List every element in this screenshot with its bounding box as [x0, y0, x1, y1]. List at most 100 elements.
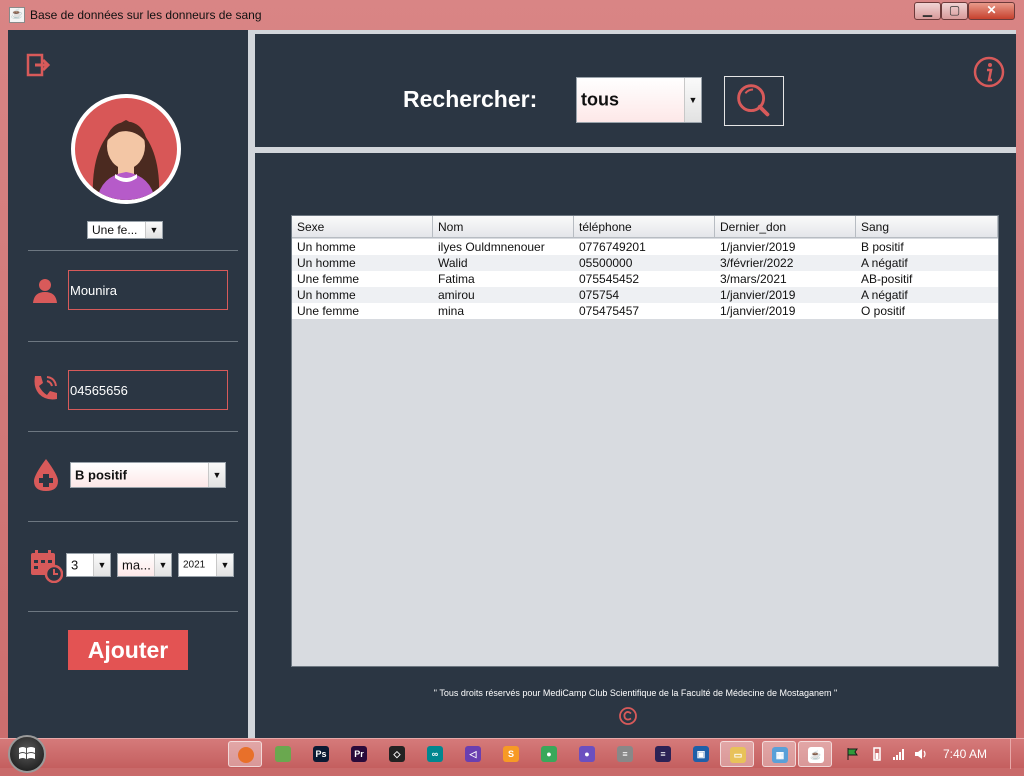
close-button[interactable]: ✕: [968, 2, 1015, 20]
search-icon: [737, 84, 770, 117]
table-cell: 075475457: [579, 304, 640, 318]
battery-icon[interactable]: [870, 747, 884, 761]
show-desktop-button[interactable]: [1010, 739, 1024, 769]
photoshop-icon: Ps: [313, 746, 329, 762]
java-icon: ☕: [808, 747, 824, 763]
unity-icon: ◇: [389, 746, 405, 762]
phone-field[interactable]: 04565656: [68, 370, 228, 410]
search-button[interactable]: [724, 76, 784, 126]
chevron-down-icon[interactable]: ▼: [93, 554, 110, 576]
windows-icon: ▦: [772, 747, 788, 763]
java-icon: ☕: [9, 7, 25, 23]
table-header-cell[interactable]: Nom: [433, 216, 574, 238]
clock[interactable]: 7:40 AM: [943, 747, 987, 761]
month-select[interactable]: ma... ▼: [117, 553, 172, 577]
taskbar-item[interactable]: S: [494, 741, 528, 767]
table-cell: 3/février/2022: [720, 256, 794, 270]
name-field[interactable]: Mounira: [68, 270, 228, 310]
taskbar-item[interactable]: ●: [570, 741, 604, 767]
donors-table[interactable]: Sexe Nom téléphone Dernier_don Sang Un homme…: [291, 215, 999, 667]
table-header-cell[interactable]: Sexe: [292, 216, 433, 238]
taskbar-item[interactable]: Ps: [304, 741, 338, 767]
table-cell: 05500000: [579, 256, 633, 270]
table-cell: mina: [438, 304, 465, 318]
month-value: ma...: [122, 557, 151, 573]
taskbar-item[interactable]: Pr: [342, 741, 376, 767]
volume-icon[interactable]: [914, 747, 928, 761]
logout-icon[interactable]: [26, 52, 52, 78]
taskbar-item[interactable]: ≡: [646, 741, 680, 767]
taskbar-item[interactable]: ≡: [608, 741, 642, 767]
table-cell: ilyes Ouldmnenouer: [438, 240, 545, 254]
maximize-button[interactable]: ▢: [941, 2, 968, 20]
taskbar-item[interactable]: ▣: [684, 741, 718, 767]
add-button[interactable]: Ajouter: [68, 630, 188, 670]
taskbar-item[interactable]: ◇: [380, 741, 414, 767]
signal-icon[interactable]: [892, 747, 906, 761]
info-icon[interactable]: [973, 56, 1005, 88]
table-header-cell[interactable]: Dernier_don: [715, 216, 856, 238]
day-value: 3: [71, 557, 79, 573]
taskbar-item[interactable]: ∞: [418, 741, 452, 767]
minimize-button[interactable]: ▁: [914, 2, 941, 20]
chevron-down-icon[interactable]: ▼: [154, 554, 171, 576]
arduino-icon: ∞: [427, 746, 443, 762]
divider: [28, 611, 238, 612]
taskbar-item[interactable]: ◁: [456, 741, 490, 767]
table-cell: Une femme: [297, 304, 360, 318]
year-select[interactable]: 2021 ▼: [178, 553, 234, 577]
taskbar-item[interactable]: ▦: [762, 741, 796, 767]
results-panel: Sexe Nom téléphone Dernier_don Sang Un homme…: [255, 153, 1016, 738]
user-icon: [33, 279, 57, 303]
security-flag-icon[interactable]: [846, 747, 860, 761]
table-row[interactable]: Un homme amirou 075754 1/janvier/2019 A néga…: [292, 287, 998, 303]
table-cell: A négatif: [861, 256, 908, 270]
table-cell: AB-positif: [861, 272, 913, 286]
gender-select[interactable]: Une fe... ▼: [87, 221, 163, 239]
start-button[interactable]: [8, 735, 46, 773]
table-header-cell[interactable]: Sang: [856, 216, 998, 238]
gender-select-value: Une fe...: [92, 223, 138, 237]
taskbar-item[interactable]: [228, 741, 262, 767]
table-cell: Une femme: [297, 272, 360, 286]
window-title: Base de données sur les donneurs de sang: [30, 8, 262, 22]
taskbar-item[interactable]: ●: [532, 741, 566, 767]
search-label: Rechercher:: [403, 86, 538, 112]
taskbar-item[interactable]: ☕: [798, 741, 832, 767]
blood-type-select[interactable]: B positif ▼: [70, 462, 226, 488]
file-explorer-icon: ▭: [730, 747, 746, 763]
table-row[interactable]: Une femme mina 075475457 1/janvier/2019 O po…: [292, 303, 998, 319]
calendar-clock-icon: [31, 550, 63, 583]
table-row[interactable]: Un homme ilyes Ouldmnenouer 0776749201 1/ja…: [292, 239, 998, 255]
search-panel: Rechercher: tous ▼: [255, 34, 1016, 147]
table-cell: Fatima: [438, 272, 475, 286]
sublime-icon: S: [503, 746, 519, 762]
table-cell: Un homme: [297, 240, 356, 254]
table-row[interactable]: Un homme Walid 05500000 3/février/2022 A nég…: [292, 255, 998, 271]
title-bar[interactable]: ☕ Base de données sur les donneurs de sa…: [0, 0, 1024, 30]
github-icon: ●: [579, 746, 595, 762]
divider: [248, 30, 255, 738]
sidebar-form: Une fe... ▼ Mounira 04565656 B positif ▼: [8, 30, 248, 738]
blood-type-value: B positif: [75, 467, 127, 483]
table-cell: Un homme: [297, 256, 356, 270]
firefox-icon: [238, 747, 254, 763]
search-filter-select[interactable]: tous ▼: [576, 77, 702, 123]
table-cell: Walid: [438, 256, 468, 270]
table-cell: 1/janvier/2019: [720, 240, 796, 254]
table-cell: A négatif: [861, 288, 908, 302]
taskbar-item[interactable]: [266, 741, 300, 767]
chevron-down-icon[interactable]: ▼: [208, 463, 225, 487]
chevron-down-icon[interactable]: ▼: [145, 222, 162, 238]
day-select[interactable]: 3 ▼: [66, 553, 111, 577]
taskbar-item[interactable]: ▭: [720, 741, 754, 767]
chevron-down-icon[interactable]: ▼: [216, 554, 233, 576]
table-header-cell[interactable]: téléphone: [574, 216, 715, 238]
table-row[interactable]: Une femme Fatima 075545452 3/mars/2021 AB-po…: [292, 271, 998, 287]
eclipse-icon: ≡: [655, 746, 671, 762]
chevron-down-icon[interactable]: ▼: [684, 78, 701, 122]
table-cell: B positif: [861, 240, 904, 254]
visual-studio-icon: ◁: [465, 746, 481, 762]
search-filter-value: tous: [581, 89, 619, 110]
divider: [28, 341, 238, 342]
